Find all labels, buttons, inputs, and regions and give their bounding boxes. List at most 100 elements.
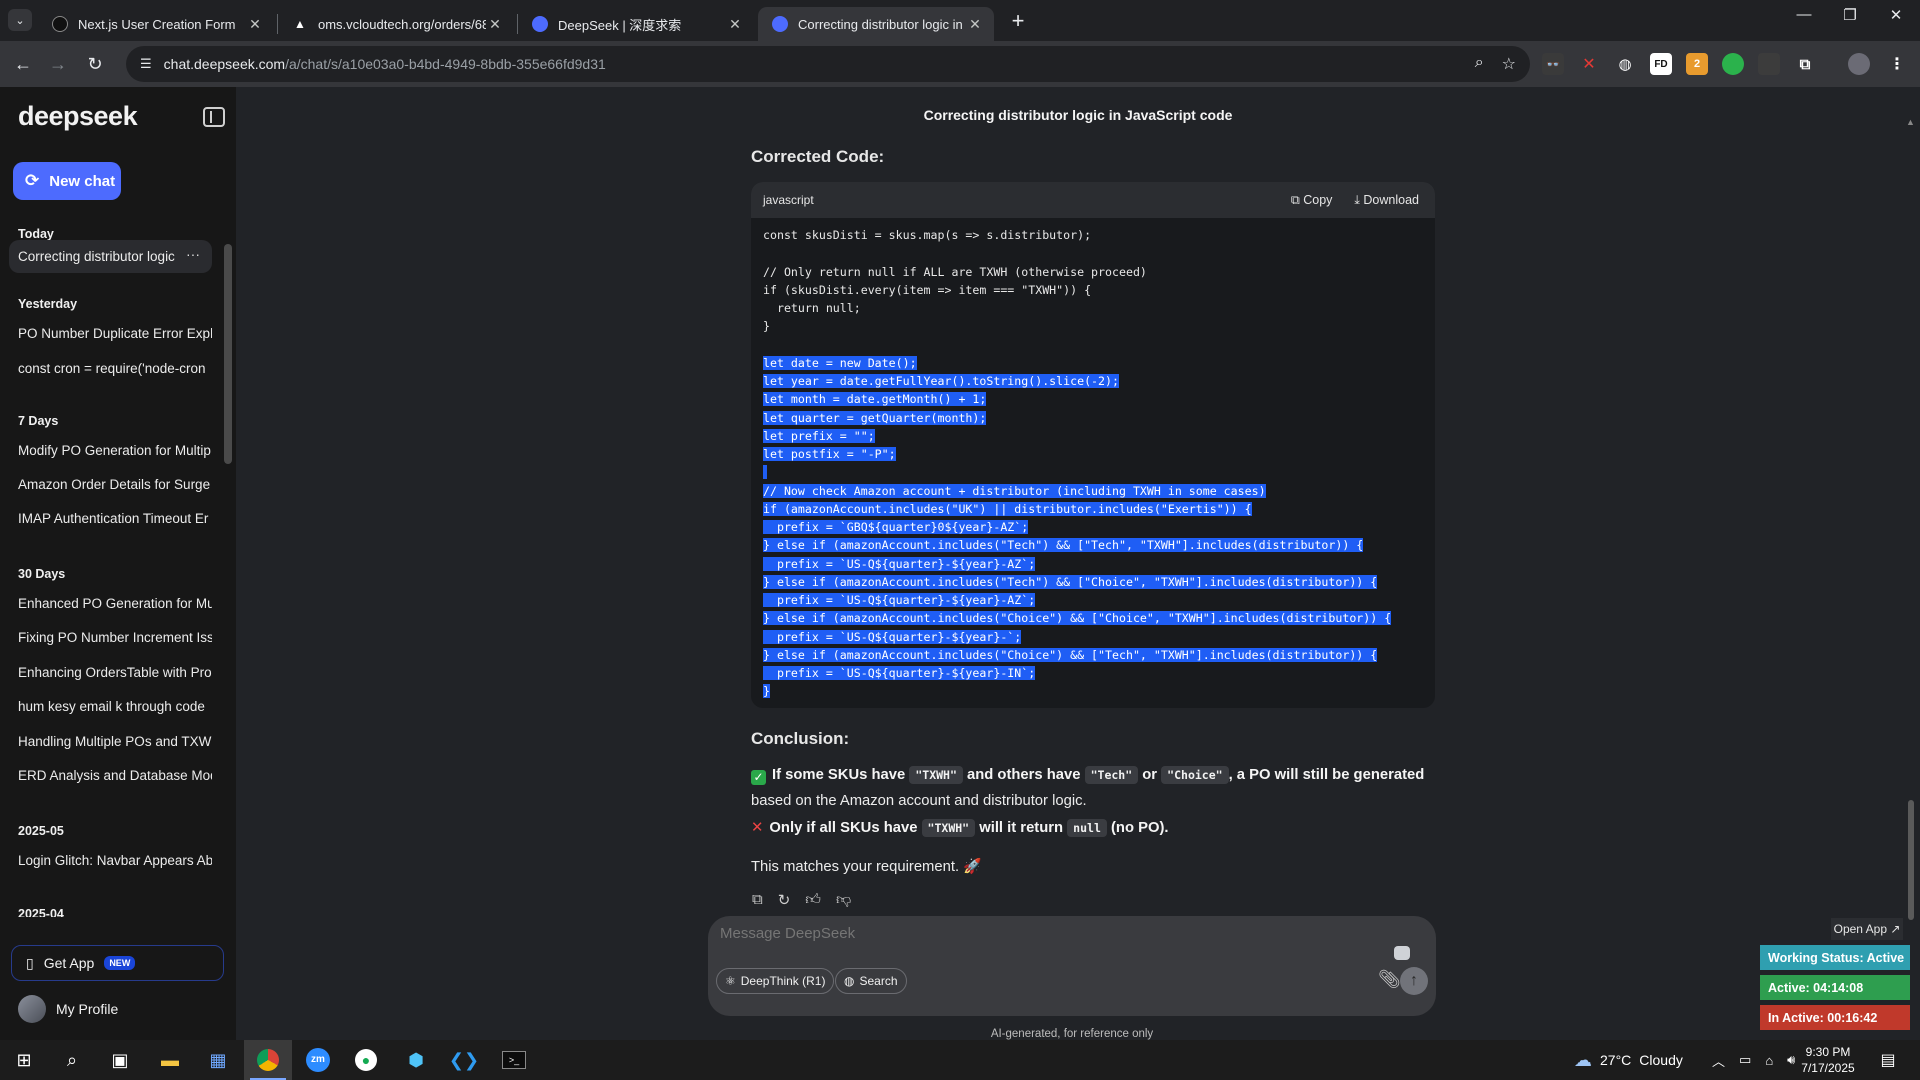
bookmark-star-icon[interactable]: ☆ bbox=[1502, 54, 1516, 74]
code-line: let date = new Date(); bbox=[751, 354, 1435, 372]
site-info-icon[interactable]: ☰ bbox=[140, 56, 152, 72]
new-chat-button[interactable]: ⟳ New chat bbox=[13, 162, 121, 200]
history-item[interactable]: hum kesy email k through code bbox=[9, 690, 212, 723]
code-line: prefix = `US-Q${quarter}-${year}-IN`; bbox=[751, 664, 1435, 682]
thumbs-down-icon[interactable]: 👎︎ bbox=[836, 891, 851, 909]
code-line: // Now check Amazon account + distributo… bbox=[751, 482, 1435, 500]
chrome-taskbar-icon[interactable] bbox=[244, 1040, 292, 1080]
history-item[interactable]: Login Glitch: Navbar Appears Ab bbox=[9, 844, 212, 877]
avatar bbox=[18, 995, 46, 1023]
send-button[interactable]: ↑ bbox=[1400, 967, 1428, 995]
code-language-label: javascript bbox=[763, 193, 814, 207]
address-bar[interactable]: ☰ chat.deepseek.com/a/chat/s/a10e03a0-b4… bbox=[126, 46, 1530, 82]
sidebar-scrollbar[interactable] bbox=[224, 244, 232, 464]
history-item[interactable]: Enhancing OrdersTable with Pro bbox=[9, 656, 212, 689]
deepseek-favicon-icon bbox=[772, 16, 788, 32]
code-block: javascript ⧉ Copy ⤓ Download const skusD… bbox=[751, 182, 1435, 708]
more-menu-icon[interactable]: ⋮ bbox=[1886, 53, 1908, 75]
tab-deepseek-chat[interactable]: Correcting distributor logic in Ja ✕ bbox=[758, 7, 994, 41]
tab-title: Correcting distributor logic in Ja bbox=[798, 16, 966, 32]
scroll-up-arrow-icon[interactable]: ▲ bbox=[1906, 117, 1915, 127]
profile-avatar-icon[interactable] bbox=[1848, 53, 1870, 75]
tab-deepseek-home[interactable]: DeepSeek | 深度求索 ✕ bbox=[518, 7, 754, 41]
history-item[interactable]: PO Number Duplicate Error Expl bbox=[9, 317, 212, 350]
extension-green-icon[interactable] bbox=[1722, 53, 1744, 75]
code-content[interactable]: const skusDisti = skus.map(s => s.distri… bbox=[751, 218, 1435, 701]
get-app-button[interactable]: ▯ Get App NEW bbox=[11, 945, 224, 981]
message-input[interactable] bbox=[720, 925, 1220, 942]
history-item[interactable]: IMAP Authentication Timeout Er bbox=[9, 502, 212, 535]
history-item[interactable]: Modify PO Generation for Multip bbox=[9, 434, 212, 467]
copy-code-button[interactable]: ⧉ Copy bbox=[1291, 193, 1333, 208]
thumbs-up-icon[interactable]: 👍︎ bbox=[805, 891, 821, 909]
inline-code: "Tech" bbox=[1084, 766, 1139, 784]
extension-badge-icon[interactable]: 2 bbox=[1686, 53, 1708, 75]
tab-search-button[interactable]: ⌄ bbox=[8, 9, 32, 31]
battery-icon[interactable]: ▭ bbox=[1739, 1052, 1751, 1068]
close-icon[interactable]: ✕ bbox=[726, 16, 744, 33]
inline-code: "Choice" bbox=[1161, 766, 1229, 784]
collapse-sidebar-icon[interactable] bbox=[203, 107, 225, 127]
notifications-icon[interactable]: ▤ bbox=[1864, 1040, 1912, 1080]
restore-button[interactable]: ❐ bbox=[1830, 6, 1870, 24]
history-item[interactable]: const cron = require('node-cron bbox=[9, 352, 212, 385]
code-line-text: prefix = `US-Q${quarter}-${year}-AZ`; bbox=[763, 556, 1036, 571]
search-icon[interactable]: ⌕ bbox=[48, 1040, 96, 1080]
text-run: Only if all SKUs have bbox=[769, 820, 922, 836]
task-view-icon[interactable]: ▣ bbox=[96, 1040, 144, 1080]
history-item-active[interactable]: Correcting distributor logic ··· bbox=[9, 240, 212, 273]
new-tab-button[interactable]: + bbox=[1004, 8, 1032, 34]
start-button[interactable]: ⊞ bbox=[0, 1040, 48, 1080]
taskbar-clock[interactable]: 9:30 PM 7/17/2025 bbox=[1796, 1044, 1860, 1076]
extension-globe-icon[interactable]: ◍ bbox=[1614, 53, 1636, 75]
mongodb-compass-icon[interactable]: ● bbox=[342, 1040, 390, 1080]
extension-close-icon[interactable]: ✕ bbox=[1578, 53, 1600, 75]
copy-message-icon[interactable]: ⧉ bbox=[752, 891, 763, 909]
close-window-button[interactable]: ✕ bbox=[1876, 6, 1916, 24]
code-line-text: let prefix = ""; bbox=[763, 428, 875, 443]
code-line bbox=[751, 463, 1435, 481]
close-icon[interactable]: ✕ bbox=[246, 16, 264, 33]
my-profile-button[interactable]: My Profile bbox=[18, 995, 118, 1023]
regenerate-icon[interactable]: ↻ bbox=[778, 891, 791, 909]
extension-cast-icon[interactable] bbox=[1758, 53, 1780, 75]
history-item[interactable]: Amazon Order Details for Surge bbox=[9, 468, 212, 501]
more-options-icon[interactable]: ··· bbox=[186, 246, 200, 262]
inline-code: null bbox=[1067, 819, 1107, 837]
code-line-text: prefix = `US-Q${quarter}-${year}-IN`; bbox=[763, 666, 1036, 680]
chat-scrollbar[interactable] bbox=[1908, 800, 1914, 920]
robot-icon[interactable] bbox=[1394, 946, 1410, 960]
history-item[interactable]: ERD Analysis and Database Mod bbox=[9, 759, 212, 792]
search-toggle[interactable]: ◍ Search bbox=[835, 968, 907, 994]
extensions-puzzle-icon[interactable]: ⧉ bbox=[1794, 53, 1816, 75]
history-item[interactable]: Handling Multiple POs and TXW bbox=[9, 725, 212, 758]
attach-paperclip-icon[interactable]: 📎︎ bbox=[1378, 969, 1401, 990]
minimize-button[interactable]: — bbox=[1784, 6, 1824, 23]
code-line-text: } else if (amazonAccount.includes("Choic… bbox=[763, 647, 1378, 662]
close-icon[interactable]: ✕ bbox=[966, 16, 984, 33]
close-icon[interactable]: ✕ bbox=[486, 16, 504, 33]
tab-oms[interactable]: ▲ oms.vcloudtech.org/orders/687 ✕ bbox=[278, 7, 514, 41]
file-explorer-icon[interactable]: ▬ bbox=[146, 1040, 194, 1080]
terminal-icon[interactable]: >_ bbox=[490, 1040, 538, 1080]
weather-widget[interactable]: ☁ 27°C Cloudy bbox=[1574, 1040, 1683, 1080]
forward-button[interactable]: → bbox=[45, 51, 71, 77]
back-button[interactable]: ← bbox=[10, 51, 36, 77]
history-item[interactable]: Enhanced PO Generation for Mu bbox=[9, 587, 212, 620]
network-icon[interactable]: ⌂ bbox=[1765, 1053, 1773, 1068]
zoom-app-icon[interactable]: zm bbox=[294, 1040, 342, 1080]
store-icon[interactable]: ▦ bbox=[194, 1040, 242, 1080]
volume-icon[interactable]: 🔊︎ bbox=[1787, 1052, 1795, 1068]
reload-button[interactable]: ↻ bbox=[82, 51, 108, 77]
open-app-button[interactable]: Open App ↗ bbox=[1831, 918, 1903, 940]
deepthink-toggle[interactable]: ⚛ DeepThink (R1) bbox=[716, 968, 835, 994]
app-hexagon-icon[interactable]: ⬢ bbox=[392, 1040, 440, 1080]
tab-nextjs[interactable]: Next.js User Creation Form ✕ bbox=[38, 7, 274, 41]
extension-glasses-icon[interactable]: 👓 bbox=[1542, 53, 1564, 75]
zoom-icon[interactable]: ⌕ bbox=[1475, 54, 1484, 74]
history-item[interactable]: Fixing PO Number Increment Iss bbox=[9, 621, 212, 654]
download-code-button[interactable]: ⤓ Download bbox=[1354, 193, 1419, 208]
extension-fd-icon[interactable]: FD bbox=[1650, 53, 1672, 75]
vscode-icon[interactable]: ❮❯ bbox=[440, 1040, 488, 1080]
tray-chevron-icon[interactable]: ︿ bbox=[1712, 1051, 1725, 1070]
